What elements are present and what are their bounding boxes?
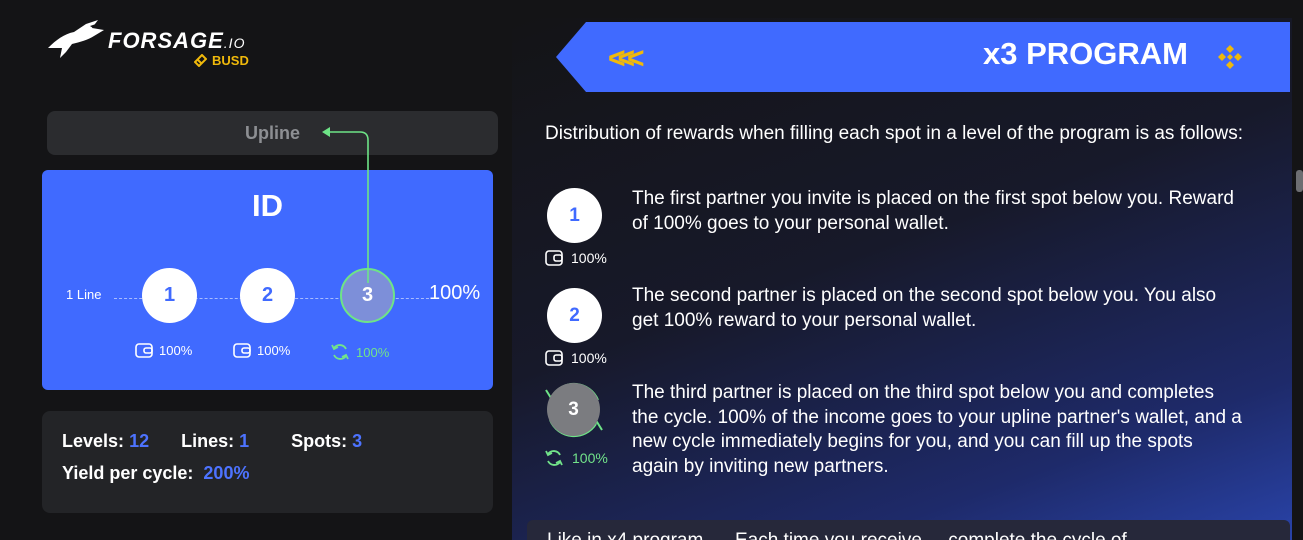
- line-label: 1 Line: [66, 287, 102, 302]
- id-card: ID 1 Line 100% 1 2 3 100% 100% 100%: [42, 170, 493, 390]
- id-title: ID: [252, 188, 283, 223]
- program-banner: <<< x3 PROGRAM: [556, 22, 1290, 92]
- recycle-icon: [331, 344, 349, 360]
- spots-value: 3: [352, 431, 363, 451]
- wallet-icon: [545, 350, 563, 366]
- page-scrollbar-thumb[interactable]: [1296, 170, 1303, 192]
- chevrons-left-icon[interactable]: <<<: [608, 42, 644, 76]
- item-2-text: The second partner is placed on the seco…: [632, 285, 1217, 331]
- item-3-text: The third partner is placed on the third…: [632, 382, 1242, 477]
- item-2-reward: 100%: [545, 349, 607, 366]
- item-3-reward: 100%: [544, 448, 608, 468]
- yield-value: 200%: [203, 463, 250, 483]
- distribution-intro: Distribution of rewards when filling eac…: [545, 123, 1244, 144]
- bnb-icon: [1218, 45, 1242, 69]
- program-stats: Levels: 12 Lines: 1 Spots: 3 Yield per c…: [42, 411, 493, 513]
- stats-row-1: Levels: 12 Lines: 1 Spots: 3: [62, 431, 363, 451]
- next-info-card: Like in x4 program, ... Each time you re…: [527, 520, 1290, 540]
- item-3-spot: 3: [547, 383, 600, 436]
- upline-label: Upline: [244, 122, 300, 143]
- brand-wordmark: FORSAGE.IO: [108, 28, 246, 53]
- item-2-spot: 2: [547, 288, 602, 343]
- spot-3-reward: 100%: [330, 342, 389, 362]
- levels-value: 12: [129, 431, 150, 451]
- item-1-reward: 100%: [545, 249, 607, 266]
- wallet-icon: [233, 343, 251, 358]
- spot-1-reward: 100%: [135, 342, 192, 358]
- line-percentage: 100%: [429, 282, 481, 304]
- spot-2: 2: [240, 268, 295, 323]
- spot-2-reward: 100%: [233, 342, 290, 358]
- next-info-text: Like in x4 program, ... Each time you re…: [547, 530, 1127, 540]
- stats-row-2: Yield per cycle: 200%: [62, 463, 250, 483]
- forsage-logo[interactable]: FORSAGE.IO BUSD: [46, 16, 296, 72]
- busd-icon: [194, 54, 207, 67]
- wolf-logo-icon: [48, 20, 104, 58]
- spot-1: 1: [142, 268, 197, 323]
- wallet-icon: [545, 250, 563, 266]
- upline-bar: Upline: [47, 111, 498, 155]
- recycle-icon: [545, 450, 563, 466]
- item-1-spot: 1: [547, 188, 602, 243]
- wallet-icon: [135, 343, 153, 358]
- lines-value: 1: [239, 431, 250, 451]
- spot-3-cycle: 3: [340, 268, 395, 323]
- program-title: x3 PROGRAM: [983, 36, 1188, 71]
- item-1-text: The first partner you invite is placed o…: [632, 188, 1234, 234]
- busd-tag: BUSD: [194, 53, 249, 68]
